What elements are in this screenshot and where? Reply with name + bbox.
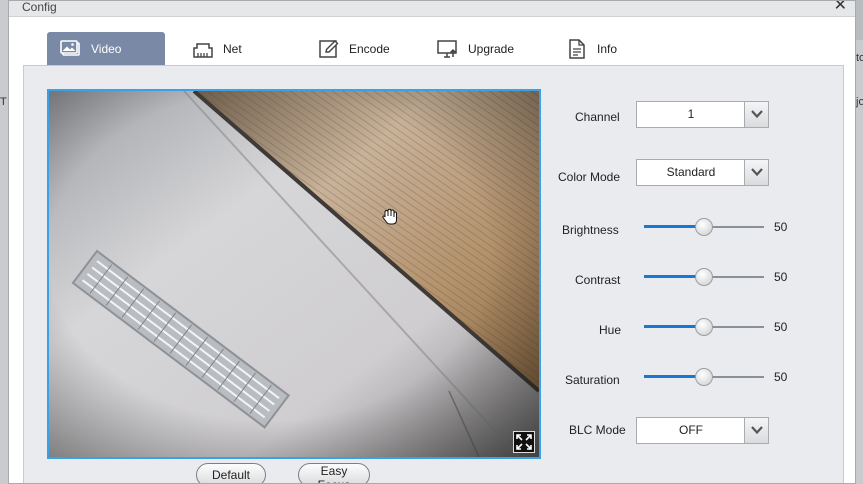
hue-value: 50 [774,320,788,334]
tab-net[interactable]: Net [179,32,254,65]
tab-encode[interactable]: Encode [305,32,402,65]
edit-icon [319,39,339,58]
background-text: to [856,52,863,64]
slider-thumb[interactable] [695,318,713,336]
tab-label: Encode [349,41,390,56]
chevron-down-icon[interactable] [744,160,768,185]
tab-label: Upgrade [468,41,515,56]
brightness-slider[interactable] [644,217,764,237]
config-dialog: Config ✕ Video Net Encode Upgrade Info D… [8,0,856,484]
window-title: Config [22,0,57,14]
document-icon [569,38,585,59]
hue-slider[interactable] [644,317,764,337]
expand-icon[interactable] [513,431,535,453]
contrast-value: 50 [774,270,788,284]
tab-video[interactable]: Video [47,32,165,65]
brightness-label: Brightness [562,223,619,237]
contrast-label: Contrast [575,273,621,287]
blc-mode-select[interactable]: OFF [636,417,769,444]
color-mode-value: Standard [666,165,716,179]
chevron-down-icon[interactable] [744,102,768,127]
slider-thumb[interactable] [695,268,713,286]
slider-thumb[interactable] [695,368,713,386]
saturation-slider[interactable] [644,367,764,387]
tab-label: Video [91,41,122,56]
blc-mode-label: BLC Mode [569,423,626,437]
saturation-label: Saturation [565,373,620,387]
tab-bar: Video Net Encode Upgrade Info [47,32,807,65]
title-bar: Config ✕ [9,1,855,17]
tab-label: Net [223,41,242,56]
hue-label: Hue [599,323,622,337]
tab-upgrade[interactable]: Upgrade [424,32,526,65]
background-text: T [0,96,7,108]
channel-label: Channel [575,110,620,124]
tab-info[interactable]: Info [553,32,629,65]
tab-label: Info [597,41,618,56]
network-port-icon [193,42,213,58]
color-mode-select[interactable]: Standard [636,159,769,186]
monitor-upload-icon [437,39,457,58]
camera-feed-image [49,91,539,457]
easy-focus-button[interactable]: Easy Focus [298,463,370,483]
contrast-slider[interactable] [644,267,764,287]
video-settings-panel: Default Easy Focus Channel 1 Color Mode … [23,65,844,483]
saturation-value: 50 [774,370,788,384]
blc-mode-value: OFF [679,423,703,437]
brightness-value: 50 [774,220,788,234]
close-icon[interactable]: ✕ [834,1,847,14]
channel-value: 1 [687,107,695,121]
channel-select[interactable]: 1 [636,101,769,128]
default-button[interactable]: Default [196,463,266,483]
background-text: jo [856,96,863,108]
preview-button-row: Default Easy Focus [196,463,370,483]
slider-thumb[interactable] [695,218,713,236]
image-icon [60,39,80,56]
video-preview[interactable] [47,89,541,459]
chevron-down-icon[interactable] [744,418,768,443]
color-mode-label: Color Mode [558,170,621,184]
